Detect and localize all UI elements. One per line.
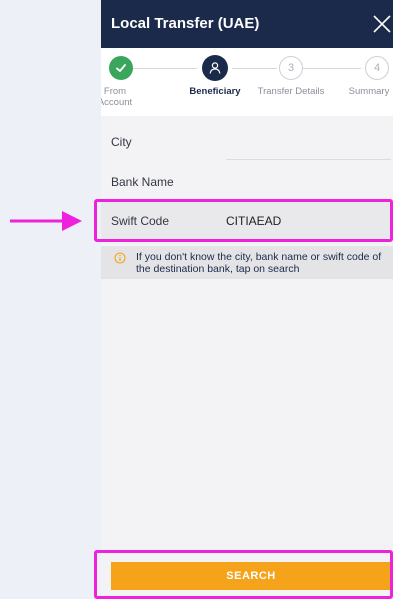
step-beneficiary[interactable] — [202, 55, 228, 81]
user-icon — [209, 62, 221, 74]
screenshot-canvas: Local Transfer (UAE) 3 4 From Account Be… — [0, 0, 393, 599]
step-number: 3 — [287, 62, 295, 74]
step-label-beneficiary: Beneficiary — [189, 86, 241, 97]
step-connector — [302, 68, 361, 69]
step-label-from-account: From Account — [101, 86, 133, 108]
progress-stepper: 3 4 From Account Beneficiary Transfer De… — [101, 48, 393, 116]
app-header: Local Transfer (UAE) — [101, 0, 393, 48]
info-icon — [114, 252, 126, 264]
city-row[interactable]: City — [101, 122, 393, 162]
bank-name-label: Bank Name — [111, 175, 174, 189]
arrow-right-icon — [10, 211, 82, 231]
info-banner: If you don't know the city, bank name or… — [101, 246, 393, 279]
checkmark-icon — [116, 64, 126, 72]
page-title: Local Transfer (UAE) — [111, 15, 260, 32]
city-underline — [226, 159, 391, 160]
step-number: 4 — [373, 62, 381, 74]
close-icon[interactable] — [372, 14, 392, 34]
step-connector — [232, 68, 277, 69]
bank-name-row[interactable]: Bank Name — [101, 162, 393, 202]
step-summary[interactable]: 4 — [365, 56, 389, 80]
highlight-search-button — [94, 550, 393, 599]
highlight-swift-code — [94, 199, 393, 242]
step-connector — [133, 68, 197, 69]
step-label-summary: Summary — [348, 86, 390, 97]
city-label: City — [111, 135, 132, 149]
step-transfer-details[interactable]: 3 — [279, 56, 303, 80]
app-screen: Local Transfer (UAE) 3 4 From Account Be… — [101, 0, 393, 599]
step-from-account[interactable] — [109, 56, 133, 80]
info-text: If you don't know the city, bank name or… — [136, 251, 382, 275]
step-label-transfer-details: Transfer Details — [257, 86, 325, 97]
